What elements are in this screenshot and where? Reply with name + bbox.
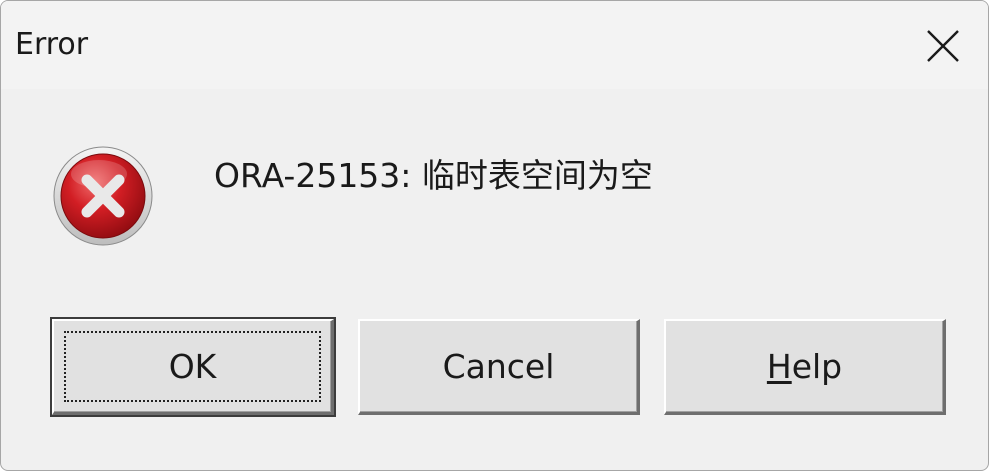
cancel-button[interactable]: Cancel (358, 319, 640, 415)
close-icon (927, 30, 959, 62)
dialog-title: Error (15, 27, 89, 62)
help-button[interactable]: Help (664, 319, 946, 415)
error-icon (53, 146, 153, 246)
ok-button-label: OK (168, 347, 217, 386)
cancel-button-label: Cancel (442, 347, 555, 386)
help-button-label: Help (767, 347, 842, 386)
error-dialog: Error ORA-25153: 临时表空间为空 OK Cancel Help (0, 0, 989, 471)
error-message: ORA-25153: 临时表空间为空 (214, 156, 653, 195)
help-label-rest: elp (791, 347, 843, 386)
help-mnemonic: H (766, 347, 792, 386)
ok-button[interactable]: OK (50, 317, 336, 417)
close-button[interactable] (898, 1, 988, 89)
title-bar: Error (1, 1, 988, 89)
